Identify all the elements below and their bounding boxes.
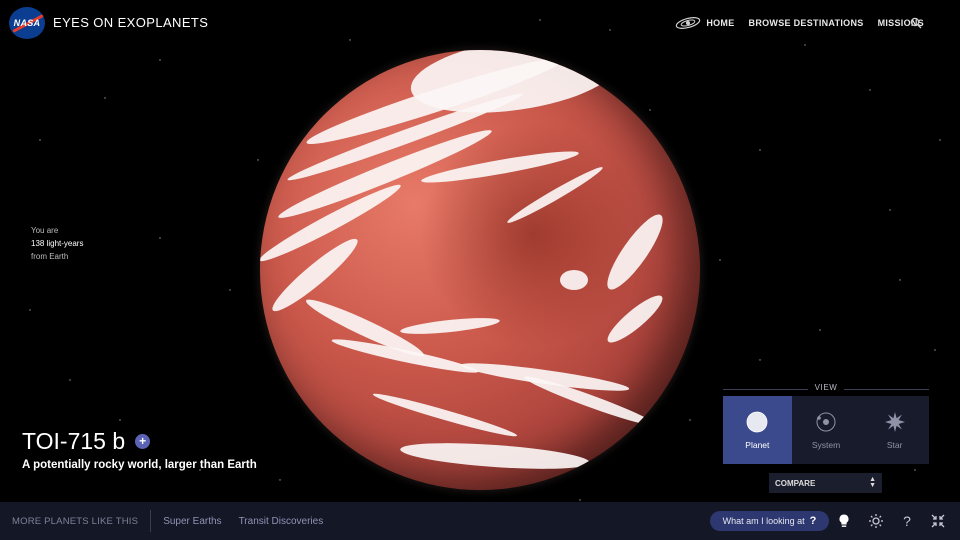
- star-dot: [609, 29, 611, 31]
- eyes-logo-icon: [676, 17, 701, 29]
- star-icon: [884, 411, 905, 432]
- home-link[interactable]: HOME: [675, 16, 734, 30]
- star-dot: [719, 259, 721, 261]
- planet-title: TOI-715 b +: [22, 428, 151, 455]
- star-dot: [759, 359, 761, 361]
- planet-icon: [746, 411, 768, 432]
- help-button-label: What am I looking at: [722, 516, 805, 526]
- cloud-band: [459, 358, 631, 396]
- star-dot: [819, 329, 821, 331]
- star-dot: [914, 469, 916, 471]
- star-dot: [889, 209, 891, 211]
- what-am-i-looking-at-button[interactable]: What am I looking at ?: [710, 511, 829, 531]
- star-dot: [257, 159, 259, 161]
- compare-label: COMPARE: [775, 478, 816, 488]
- search-icon[interactable]: [910, 17, 922, 29]
- star-dot: [159, 59, 161, 61]
- star-dot: [804, 44, 806, 46]
- bottom-bar: MORE PLANETS LIKE THIS Super Earths Tran…: [0, 502, 960, 540]
- divider: [150, 510, 152, 532]
- help-icon[interactable]: ?: [899, 513, 915, 529]
- cloud-band: [371, 389, 519, 441]
- star-dot: [869, 89, 871, 91]
- star-dot: [159, 237, 161, 239]
- star-dot: [539, 19, 541, 21]
- view-planet-button[interactable]: Planet: [723, 396, 792, 464]
- updown-chevron-icon: ▲ ▼: [869, 476, 876, 489]
- star-dot: [104, 97, 106, 99]
- link-super-earths[interactable]: Super Earths: [163, 516, 221, 527]
- star-dot: [649, 109, 651, 111]
- view-system-label: System: [811, 439, 841, 450]
- cloud-band: [504, 163, 606, 227]
- view-planet-label: Planet: [745, 439, 770, 450]
- planet-name: TOI-715 b: [22, 428, 126, 454]
- system-icon: [816, 412, 836, 431]
- star-dot: [279, 479, 281, 481]
- star-dot: [579, 499, 581, 501]
- distance-value: 138 light-years: [31, 239, 84, 248]
- question-mark-icon: ?: [809, 515, 817, 527]
- nav-browse-destinations[interactable]: BROWSE DESTINATIONS: [749, 18, 864, 28]
- view-star-button[interactable]: Star: [860, 396, 929, 464]
- app-title[interactable]: EYES ON EXOPLANETS: [53, 15, 208, 30]
- view-system-button[interactable]: System: [792, 396, 861, 464]
- view-label: VIEW: [723, 383, 929, 392]
- link-transit-discoveries[interactable]: Transit Discoveries: [239, 516, 324, 527]
- top-nav: HOME BROWSE DESTINATIONS MISSIONS: [675, 16, 924, 30]
- cloud-band: [560, 270, 588, 290]
- star-dot: [689, 419, 691, 421]
- more-planets-label: MORE PLANETS LIKE THIS: [12, 515, 139, 527]
- star-dot: [229, 289, 231, 291]
- star-dot: [939, 139, 941, 141]
- distance-line-1: You are: [31, 226, 59, 235]
- brightness-icon[interactable]: [868, 513, 884, 529]
- compare-dropdown[interactable]: COMPARE ▲ ▼: [769, 473, 882, 493]
- planet-render[interactable]: [260, 50, 700, 490]
- star-dot: [899, 279, 901, 281]
- svg-text:?: ?: [903, 513, 911, 529]
- cloud-band: [399, 438, 591, 474]
- more-info-button[interactable]: +: [135, 434, 151, 449]
- distance-readout: You are 138 light-years from Earth: [31, 224, 83, 263]
- cloud-band: [602, 289, 668, 349]
- view-panel: Planet System Star: [723, 396, 929, 464]
- distance-line-3: from Earth: [31, 252, 69, 261]
- star-dot: [39, 139, 41, 141]
- star-dot: [934, 349, 936, 351]
- star-dot: [119, 419, 121, 421]
- view-star-label: Star: [886, 439, 903, 450]
- cloud-band: [399, 314, 501, 338]
- star-dot: [29, 309, 31, 311]
- collapse-fullscreen-icon[interactable]: [930, 513, 946, 529]
- planet-description: A potentially rocky world, larger than E…: [22, 459, 257, 471]
- star-dot: [349, 39, 351, 41]
- nasa-logo-text: NASA: [13, 18, 41, 28]
- star-dot: [69, 379, 71, 381]
- cloud-band: [599, 208, 671, 296]
- nav-home[interactable]: HOME: [706, 18, 734, 28]
- nasa-logo[interactable]: NASA: [9, 7, 45, 39]
- star-dot: [759, 149, 761, 151]
- lightbulb-icon[interactable]: [836, 513, 852, 529]
